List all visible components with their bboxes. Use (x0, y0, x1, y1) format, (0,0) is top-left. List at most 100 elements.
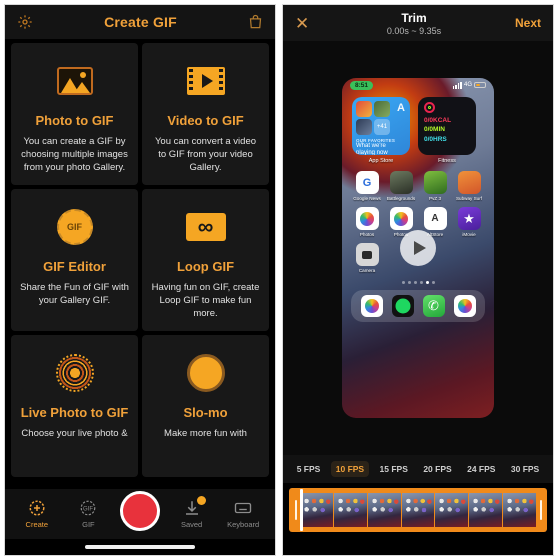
phone-icon (422, 295, 445, 317)
ios-status-bar: 8:51 4G (342, 78, 494, 92)
gif-badge-label: GIF (56, 209, 93, 245)
gif-circle-icon: GIF (79, 499, 97, 517)
card-description: Make more fun with (164, 428, 247, 439)
fps-option-30[interactable]: 30 FPS (506, 461, 544, 477)
dock-icon-phone[interactable] (422, 295, 445, 317)
tab-label: GIF (82, 520, 95, 529)
app-label: iMovie (462, 232, 476, 237)
home-indicator-area (5, 539, 275, 555)
tile-more-count: +41 (374, 119, 390, 135)
saved-download-icon (183, 496, 206, 517)
create-gif-screen: Create GIF Photo to GIF You can create a… (4, 4, 276, 556)
card-description: You can convert a video to GIF from your… (154, 136, 257, 174)
fps-option-20[interactable]: 20 FPS (418, 461, 456, 477)
card-photo-to-gif[interactable]: Photo to GIF You can create a GIF by cho… (11, 43, 138, 185)
widget-caption: App Store (368, 158, 394, 164)
shopping-bag-icon[interactable] (248, 14, 263, 30)
playhead[interactable] (300, 489, 303, 531)
create-plus-icon (28, 499, 46, 517)
widget-app-store[interactable]: A +41 OUR FAVORITES What we're playing n… (352, 97, 410, 164)
card-description: You can create a GIF by choosing multipl… (21, 136, 128, 174)
tab-keyboard[interactable]: Keyboard (220, 499, 266, 529)
status-time: 8:51 (350, 80, 374, 90)
spotify-icon (391, 295, 414, 317)
photos-icon (360, 295, 383, 317)
app-label: Photos (359, 232, 375, 237)
fps-option-24[interactable]: 24 FPS (462, 461, 500, 477)
home-indicator[interactable] (85, 545, 195, 549)
widget-line1: What we're (356, 143, 386, 149)
next-button[interactable]: Next (507, 16, 541, 30)
app-label: Subway Surf (455, 196, 483, 201)
battlegrounds-icon (389, 171, 413, 194)
trim-range-label: 0.00s ~ 9.35s (386, 25, 442, 36)
app-icon-google-news[interactable]: Google News (352, 171, 382, 201)
card-loop-gif[interactable]: ∞ Loop GIF Having fun on GIF, create Loo… (142, 189, 269, 331)
app-icon-camera[interactable]: Camera (352, 243, 382, 273)
card-live-photo-to-gif[interactable]: Live Photo to GIF Choose your live photo… (11, 335, 138, 477)
two-screen-comparison: Create GIF Photo to GIF You can create a… (0, 0, 560, 560)
slow-motion-icon (186, 351, 225, 395)
tab-label: Saved (180, 520, 203, 529)
tab-gif[interactable]: GIF GIF (65, 499, 111, 529)
trim-screen: ✕ Trim 0.00s ~ 9.35s Next 8:51 4G A +41 … (282, 4, 554, 556)
live-photo-icon (55, 351, 94, 395)
trim-title-group: Trim 0.00s ~ 9.35s (321, 11, 507, 36)
app-label: Google News (353, 196, 381, 201)
tab-create[interactable]: Create (14, 499, 60, 529)
tab-saved[interactable]: Saved (169, 496, 215, 529)
dock-icon-photos-2[interactable] (453, 295, 476, 317)
widget-app-tiles: +41 (356, 101, 392, 135)
pvz3-icon (423, 171, 447, 194)
home-indicator-area (283, 537, 553, 555)
record-button[interactable] (120, 491, 160, 531)
app-icon-pvz3[interactable]: PvZ 3 (420, 171, 450, 201)
altstore-icon (423, 207, 447, 230)
create-gif-header: Create GIF (5, 5, 275, 39)
trim-timeline (283, 483, 553, 537)
widget-fitness[interactable]: 0/0KCAL 0/0MIN 0/0HRS Fitness (418, 97, 476, 164)
timeline-frame (435, 493, 469, 527)
app-icon-subway-surf[interactable]: Subway Surf (454, 171, 484, 201)
card-description: Share the Fun of GIF with your Gallery G… (20, 282, 129, 307)
fitness-hrs: 0/0HRS (424, 135, 447, 143)
photos-icon (355, 207, 379, 230)
tab-label: Keyboard (227, 520, 260, 529)
trim-handle-left[interactable] (291, 492, 300, 528)
card-title: Video to GIF (167, 113, 244, 128)
fps-option-5[interactable]: 5 FPS (292, 461, 326, 477)
signal-bars-icon (452, 81, 462, 89)
app-icon-battlegrounds[interactable]: Battlegrounds (386, 171, 416, 201)
app-icon-photos-1[interactable]: Photos (352, 207, 382, 237)
trim-handle-right[interactable] (536, 492, 545, 528)
timeline-frame (333, 493, 367, 527)
card-video-to-gif[interactable]: Video to GIF You can convert a video to … (142, 43, 269, 185)
card-gif-editor[interactable]: GIF GIF Editor Share the Fun of GIF with… (11, 189, 138, 331)
card-title: Live Photo to GIF (20, 405, 129, 420)
play-button[interactable] (400, 230, 436, 266)
app-icon-imovie[interactable]: iMovie (454, 207, 484, 237)
gear-icon[interactable] (17, 14, 33, 30)
tab-label: Create (25, 520, 49, 529)
feature-card-grid: Photo to GIF You can create a GIF by cho… (5, 39, 275, 489)
timeline-track[interactable] (289, 488, 547, 532)
card-slo-mo[interactable]: Slo-mo Make more fun with (142, 335, 269, 477)
timeline-frame (300, 493, 333, 527)
fps-option-15[interactable]: 15 FPS (375, 461, 413, 477)
saved-badge (196, 496, 206, 505)
fps-option-10[interactable]: 10 FPS (330, 461, 370, 477)
fitness-min: 0/0MIN (424, 126, 445, 134)
card-description: Choose your live photo & (21, 428, 128, 439)
video-preview[interactable]: 8:51 4G A +41 OUR FAVORITES What we're p… (283, 41, 553, 455)
video-film-icon (186, 59, 225, 103)
app-store-icon: A (397, 102, 405, 114)
fps-selector: 5 FPS 10 FPS 15 FPS 20 FPS 24 FPS 30 FPS (283, 455, 553, 483)
dock-icon-photos-1[interactable] (360, 295, 383, 317)
battery-icon (474, 81, 486, 89)
home-widgets-row: A +41 OUR FAVORITES What we're playing n… (342, 92, 494, 164)
google-news-icon (355, 171, 379, 194)
app-label: Battlegrounds (386, 196, 416, 201)
app-label: PvZ 3 (429, 196, 441, 201)
close-x-icon[interactable]: ✕ (295, 15, 321, 32)
dock-icon-spotify[interactable] (391, 295, 414, 317)
